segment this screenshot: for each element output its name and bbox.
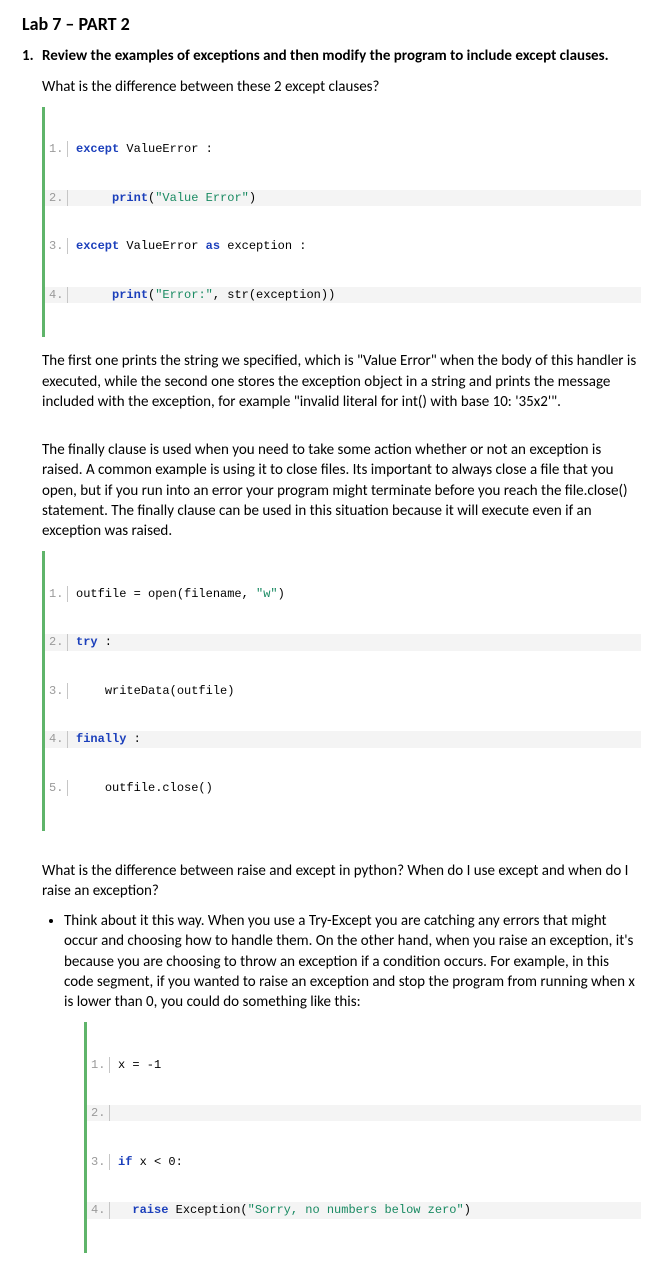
line-number: 1. <box>87 1057 110 1073</box>
line-number: 5. <box>45 780 68 796</box>
line-number: 2. <box>87 1105 110 1121</box>
bullet-text: Think about it this way. When you use a … <box>64 911 641 1012</box>
line-number: 2. <box>45 190 68 206</box>
line-number: 3. <box>45 683 68 699</box>
question-2: What is the difference between raise and… <box>42 861 641 902</box>
question-1: What is the difference between these 2 e… <box>42 77 641 97</box>
list-marker: 1. <box>22 46 34 66</box>
ordered-list: 1. Review the examples of exceptions and… <box>22 46 641 1253</box>
lead-paragraph: Review the examples of exceptions and th… <box>42 46 641 66</box>
code-block: 1. x = -1 2. 3. if x < 0: 4. raise Excep… <box>84 1022 641 1253</box>
bullet-list: Think about it this way. When you use a … <box>42 911 641 1253</box>
line-number: 3. <box>45 238 68 254</box>
code-block: 1. outfile = open(filename, "w") 2. try … <box>42 551 641 830</box>
code-block: 1. except ValueError : 2. print("Value E… <box>42 107 641 338</box>
list-item: 1. Review the examples of exceptions and… <box>22 46 641 1253</box>
line-number: 4. <box>87 1202 110 1218</box>
answer-1: The first one prints the string we speci… <box>42 351 641 412</box>
page-title: Lab 7 – PART 2 <box>22 12 641 36</box>
list-item: Think about it this way. When you use a … <box>64 911 641 1253</box>
line-number: 2. <box>45 634 68 650</box>
line-number: 4. <box>45 287 68 303</box>
finally-paragraph: The finally clause is used when you need… <box>42 440 641 541</box>
line-number: 1. <box>45 141 68 157</box>
line-number: 1. <box>45 586 68 602</box>
line-number: 3. <box>87 1154 110 1170</box>
line-number: 4. <box>45 731 68 747</box>
